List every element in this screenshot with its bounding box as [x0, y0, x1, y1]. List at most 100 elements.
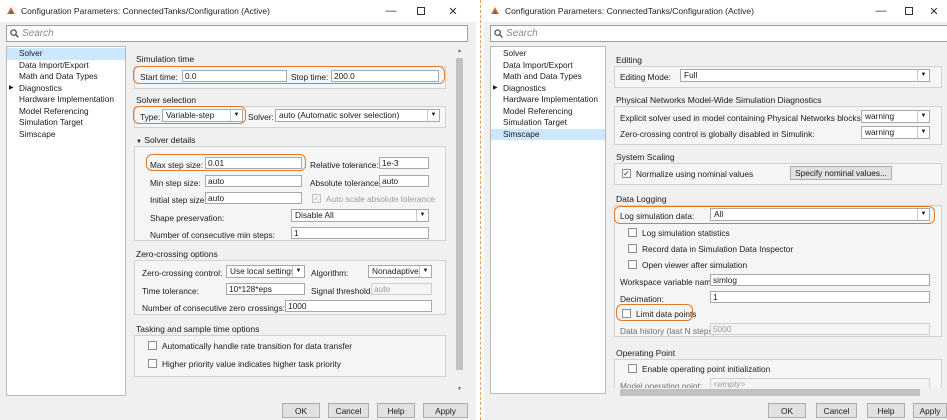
consecutive-zero-crossings-label: Number of consecutive zero crossings:: [142, 303, 285, 313]
tree-item-hardware-implementation[interactable]: Hardware Implementation: [491, 94, 605, 106]
checkbox-label: Record data in Simulation Data Inspector: [642, 243, 794, 254]
section-title-solver-details[interactable]: ▼ Solver details: [136, 135, 195, 145]
min-step-input[interactable]: auto: [205, 175, 302, 187]
help-button[interactable]: Help: [867, 403, 905, 418]
apply-button[interactable]: Apply: [913, 403, 947, 418]
chevron-down-icon: ▼: [416, 210, 428, 221]
rate-transition-checkbox[interactable]: Automatically handle rate transition for…: [148, 340, 352, 351]
tree-item-data-import-export[interactable]: Data Import/Export: [7, 60, 125, 72]
section-title-physical-networks: Physical Networks Model-Wide Simulation …: [616, 95, 822, 105]
tree-item-math-and-data-types[interactable]: Math and Data Types: [7, 71, 125, 83]
horizontal-scrollbar[interactable]: [610, 388, 947, 397]
checkbox-box: ✓: [312, 193, 321, 203]
tree-item-simulation-target[interactable]: Simulation Target: [7, 117, 125, 129]
checkbox-label: Higher priority value indicates higher t…: [162, 358, 341, 369]
dropdown-value: Full: [684, 70, 698, 80]
tree-item-solver[interactable]: Solver: [491, 48, 605, 60]
workspace-variable-input[interactable]: simlog: [710, 274, 930, 286]
start-time-input[interactable]: 0.0: [182, 70, 287, 82]
tree-item-simulation-target[interactable]: Simulation Target: [491, 117, 605, 129]
zero-crossing-control-dropdown[interactable]: Use local settings ▼: [226, 265, 305, 278]
time-tolerance-input[interactable]: 10*128*eps: [226, 283, 305, 295]
tree-item-math-and-data-types[interactable]: Math and Data Types: [491, 71, 605, 83]
search-box[interactable]: Search: [6, 25, 468, 42]
explicit-solver-dropdown[interactable]: warning ▼: [861, 110, 930, 123]
log-simulation-data-dropdown[interactable]: All ▼: [710, 208, 930, 221]
data-history-input[interactable]: 5000: [710, 323, 930, 335]
record-data-checkbox[interactable]: Record data in Simulation Data Inspector: [628, 243, 793, 254]
minimize-icon: —: [875, 5, 887, 17]
auto-scale-checkbox[interactable]: ✓ Auto scale absolute tolerance: [312, 193, 435, 204]
algorithm-dropdown[interactable]: Nonadaptive ▼: [368, 265, 432, 278]
minimize-button[interactable]: —: [376, 0, 406, 22]
enable-operating-point-checkbox[interactable]: Enable operating point initialization: [628, 363, 770, 374]
tree-item-simscape[interactable]: Simscape: [491, 128, 605, 140]
checkbox-box: [628, 260, 637, 269]
search-input[interactable]: Search: [22, 28, 54, 39]
ok-button[interactable]: OK: [768, 403, 806, 418]
tree-item-solver[interactable]: Solver: [7, 48, 125, 60]
left-config-window: Configuration Parameters: ConnectedTanks…: [0, 0, 476, 420]
tree-item-model-referencing[interactable]: Model Referencing: [7, 106, 125, 118]
tree-item-simscape[interactable]: Simscape: [7, 129, 125, 141]
solver-label: Solver:: [248, 112, 274, 122]
help-button[interactable]: Help: [377, 403, 415, 418]
search-box[interactable]: Search: [490, 25, 947, 42]
consecutive-zero-crossings-input[interactable]: 1000: [285, 300, 432, 312]
checkbox-box: ✓: [622, 168, 631, 178]
ok-button[interactable]: OK: [282, 403, 320, 418]
checkbox-box: [622, 309, 631, 318]
tree-item-label: Diagnostics: [503, 82, 546, 93]
expand-arrow-icon[interactable]: ▶: [9, 83, 14, 95]
tree-item-data-import-export[interactable]: Data Import/Export: [491, 60, 605, 72]
dropdown-value: auto (Automatic solver selection): [279, 110, 400, 120]
shape-preservation-dropdown[interactable]: Disable All ▼: [291, 209, 429, 222]
tree-item-diagnostics[interactable]: ▶ Diagnostics: [491, 83, 605, 95]
maximize-button[interactable]: [406, 0, 436, 22]
close-button[interactable]: ✕: [924, 0, 944, 22]
scroll-up-arrow-icon[interactable]: ▲: [455, 46, 464, 55]
scrollbar-thumb[interactable]: [456, 58, 463, 370]
zero-crossing-disabled-dropdown[interactable]: warning ▼: [861, 126, 930, 139]
tree-item-diagnostics[interactable]: ▶ Diagnostics: [7, 83, 125, 95]
checkbox-box: [628, 364, 637, 373]
max-step-input[interactable]: 0.01: [205, 157, 302, 169]
normalize-checkbox[interactable]: ✓ Normalize using nominal values: [622, 168, 753, 179]
editing-mode-dropdown[interactable]: Full ▼: [680, 69, 930, 82]
explicit-solver-label: Explicit solver used in model containing…: [620, 113, 864, 123]
checkbox-label: Enable operating point initialization: [642, 363, 771, 374]
chevron-down-icon: ▼: [292, 266, 304, 277]
apply-button[interactable]: Apply: [423, 403, 468, 418]
expand-arrow-icon[interactable]: ▶: [493, 83, 498, 95]
specify-nominal-values-button[interactable]: Specify nominal values...: [790, 166, 892, 180]
window-title: Configuration Parameters: ConnectedTanks…: [21, 6, 270, 16]
higher-priority-checkbox[interactable]: Higher priority value indicates higher t…: [148, 358, 341, 369]
solver-dropdown[interactable]: auto (Automatic solver selection) ▼: [275, 109, 440, 122]
consecutive-min-steps-input[interactable]: 1: [291, 227, 429, 239]
close-button[interactable]: ✕: [438, 0, 468, 22]
settings-panel: Editing Editing Mode: Full ▼ Physical Net…: [610, 46, 947, 394]
log-statistics-checkbox[interactable]: Log simulation statistics: [628, 227, 730, 238]
scrollbar-thumb[interactable]: [620, 389, 920, 396]
vertical-scrollbar[interactable]: ▲ ▼: [455, 46, 464, 396]
absolute-tolerance-input[interactable]: auto: [379, 175, 429, 187]
cancel-button[interactable]: Cancel: [328, 403, 369, 418]
cancel-button[interactable]: Cancel: [816, 403, 857, 418]
solver-type-dropdown[interactable]: Variable-step ▼: [162, 109, 243, 122]
scroll-down-arrow-icon[interactable]: ▼: [455, 384, 464, 393]
section-title-operating-point: Operating Point: [616, 348, 676, 358]
signal-threshold-input[interactable]: auto: [371, 283, 432, 295]
open-viewer-checkbox[interactable]: Open viewer after simulation: [628, 259, 747, 270]
tree-item-hardware-implementation[interactable]: Hardware Implementation: [7, 94, 125, 106]
initial-step-input[interactable]: auto: [205, 192, 302, 204]
minimize-button[interactable]: —: [866, 0, 896, 22]
absolute-tolerance-label: Absolute tolerance:: [310, 178, 382, 188]
limit-data-points-checkbox[interactable]: Limit data points: [622, 308, 696, 319]
maximize-button[interactable]: [894, 0, 924, 22]
relative-tolerance-input[interactable]: 1e-3: [379, 157, 429, 169]
decimation-input[interactable]: 1: [710, 291, 930, 303]
stop-time-input[interactable]: 200.0: [331, 70, 439, 82]
search-input[interactable]: Search: [506, 28, 538, 39]
search-icon: [494, 29, 503, 38]
tree-item-model-referencing[interactable]: Model Referencing: [491, 106, 605, 118]
